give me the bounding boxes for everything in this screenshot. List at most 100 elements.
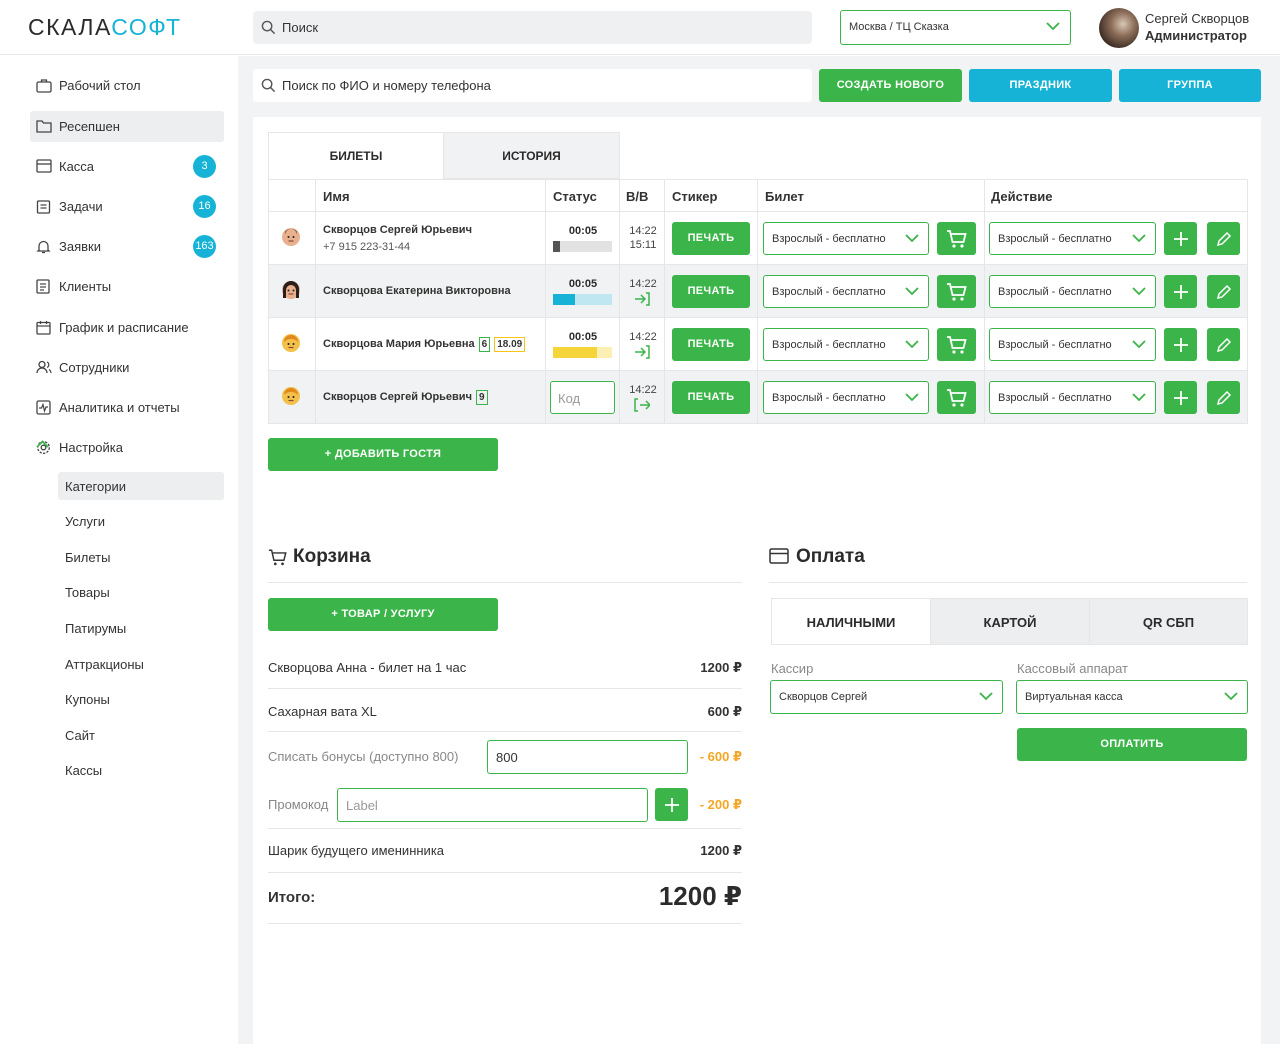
add-button[interactable] (1164, 381, 1197, 414)
sidebar-item-staff[interactable]: Сотрудники (30, 352, 224, 383)
print-sticker-button[interactable]: ПЕЧАТЬ (672, 275, 750, 308)
sidebar-subitem-services[interactable]: Услуги (58, 507, 224, 535)
code-input[interactable]: Код (550, 381, 615, 414)
man-avatar-icon (282, 228, 300, 246)
sidebar-item-desktop[interactable]: Рабочий стол (30, 70, 224, 101)
group-button[interactable]: ГРУППА (1119, 69, 1261, 102)
create-new-button[interactable]: СОЗДАТЬ НОВОГО (819, 69, 962, 102)
divider (268, 828, 742, 829)
logo[interactable]: СКАЛАСОФТ (28, 14, 182, 41)
pencil-icon (1216, 390, 1231, 405)
action-select[interactable]: Взрослый - бесплатно (989, 328, 1156, 361)
status-progress (553, 347, 612, 358)
sidebar-item-settings[interactable]: Настройка (30, 432, 224, 463)
guest-name: Скворцова Екатерина Викторовна (323, 285, 511, 297)
print-sticker-button[interactable]: ПЕЧАТЬ (672, 328, 750, 361)
tab-card[interactable]: КАРТОЙ (930, 598, 1090, 645)
divider (268, 872, 742, 873)
sidebar-item-reception[interactable]: Ресепшен (30, 111, 224, 142)
sidebar-subitem-partyrooms[interactable]: Патирумы (58, 614, 224, 642)
tab-tickets[interactable]: БИЛЕТЫ (268, 132, 444, 179)
promo-input[interactable]: Label (337, 788, 648, 822)
add-to-cart-button[interactable] (937, 275, 976, 308)
sidebar-item-requests[interactable]: Заявки 163 (30, 231, 224, 262)
action-select[interactable]: Взрослый - бесплатно (989, 222, 1156, 255)
table-divider (757, 179, 758, 424)
print-sticker-button[interactable]: ПЕЧАТЬ (672, 381, 750, 414)
cart-title: Корзина (268, 546, 468, 570)
location-select[interactable]: Москва / ТЦ Сказка (840, 10, 1071, 45)
child-avatar-icon (282, 334, 300, 352)
calendar-icon (36, 321, 51, 335)
print-sticker-button[interactable]: ПЕЧАТЬ (672, 222, 750, 255)
progress-fill (553, 347, 598, 358)
ticket-select[interactable]: Взрослый - бесплатно (763, 381, 929, 414)
guest-phone: +7 915 223-31-44 (323, 241, 411, 253)
sidebar-subitem-categories[interactable]: Категории (58, 472, 224, 500)
add-button[interactable] (1164, 275, 1197, 308)
client-search-input[interactable]: Поиск по ФИО и номеру телефона (253, 69, 812, 102)
chevron-down-icon (1046, 22, 1060, 31)
check-out-icon (634, 398, 650, 412)
status-progress (553, 241, 612, 252)
sidebar-item-cashbox[interactable]: Касса 3 (30, 151, 224, 182)
pay-button[interactable]: ОПЛАТИТЬ (1017, 728, 1247, 761)
divider (268, 688, 742, 689)
bonus-input[interactable]: 800 (487, 740, 688, 774)
table-divider (315, 179, 316, 424)
payment-title: Оплата (769, 546, 969, 570)
sidebar: Рабочий стол Ресепшен Касса 3 Задачи 16 … (0, 56, 238, 1044)
add-guest-button[interactable]: + ДОБАВИТЬ ГОСТЯ (268, 438, 498, 471)
edit-button[interactable] (1207, 275, 1240, 308)
table-row: Скворцова Екатерина Викторовна 00:05 14:… (268, 265, 1248, 318)
sidebar-subitem-tickets[interactable]: Билеты (58, 543, 224, 571)
avatar[interactable] (1099, 8, 1139, 48)
sidebar-subitem-registers[interactable]: Кассы (58, 756, 224, 784)
ticket-select[interactable]: Взрослый - бесплатно (763, 328, 929, 361)
action-select[interactable]: Взрослый - бесплатно (989, 275, 1156, 308)
global-search-placeholder: Поиск (282, 20, 319, 35)
tab-cash[interactable]: НАЛИЧНЫМИ (771, 598, 931, 645)
cashbox-badge: 3 (193, 155, 216, 178)
ticket-select[interactable]: Взрослый - бесплатно (763, 275, 929, 308)
credit-card-icon (769, 548, 789, 564)
table-header: Имя Статус В/В Стикер Билет Действие (268, 179, 1248, 212)
add-button[interactable] (1164, 328, 1197, 361)
tabs: БИЛЕТЫ ИСТОРИЯ (268, 132, 620, 179)
holiday-button[interactable]: ПРАЗДНИК (969, 69, 1112, 102)
add-button[interactable] (1164, 222, 1197, 255)
table-row: Скворцова Мария Юрьевна 6 18.09 00:05 14:2… (268, 318, 1248, 371)
sidebar-item-schedule[interactable]: График и расписание (30, 312, 224, 343)
sidebar-subitem-coupons[interactable]: Купоны (58, 685, 224, 713)
chevron-down-icon (979, 692, 993, 701)
edit-button[interactable] (1207, 381, 1240, 414)
chevron-down-icon (1132, 393, 1146, 402)
plus-icon (1173, 390, 1188, 405)
tab-history[interactable]: ИСТОРИЯ (443, 132, 620, 179)
add-to-cart-button[interactable] (937, 222, 976, 255)
add-to-cart-button[interactable] (937, 381, 976, 414)
sidebar-item-clients[interactable]: Клиенты (30, 271, 224, 302)
register-select[interactable]: Виртуальная касса (1016, 680, 1248, 714)
child-avatar-icon (282, 387, 300, 405)
apply-promo-button[interactable] (655, 788, 688, 821)
add-item-button[interactable]: + ТОВАР / УСЛУГУ (268, 598, 498, 631)
ticket-select[interactable]: Взрослый - бесплатно (763, 222, 929, 255)
sidebar-subitem-goods[interactable]: Товары (58, 578, 224, 606)
cart-icon (946, 282, 967, 301)
cart-item: Скворцова Анна - билет на 1 час 1200 ₽ (268, 660, 742, 676)
sidebar-subitem-site[interactable]: Сайт (58, 721, 224, 749)
sidebar-subitem-attractions[interactable]: Аттракционы (58, 650, 224, 678)
global-search-input[interactable]: Поиск (253, 11, 812, 44)
sidebar-item-analytics[interactable]: Аналитика и отчеты (30, 392, 224, 423)
user-role: Администратор (1145, 28, 1247, 43)
action-select[interactable]: Взрослый - бесплатно (989, 381, 1156, 414)
add-to-cart-button[interactable] (937, 328, 976, 361)
payment-tabs: НАЛИЧНЫМИ КАРТОЙ QR СБП (771, 598, 1248, 645)
tab-qr-sbp[interactable]: QR СБП (1089, 598, 1248, 645)
edit-button[interactable] (1207, 222, 1240, 255)
cashier-select[interactable]: Скворцов Сергей (770, 680, 1003, 714)
edit-button[interactable] (1207, 328, 1240, 361)
table-divider (545, 179, 546, 424)
sidebar-item-tasks[interactable]: Задачи 16 (30, 191, 224, 222)
